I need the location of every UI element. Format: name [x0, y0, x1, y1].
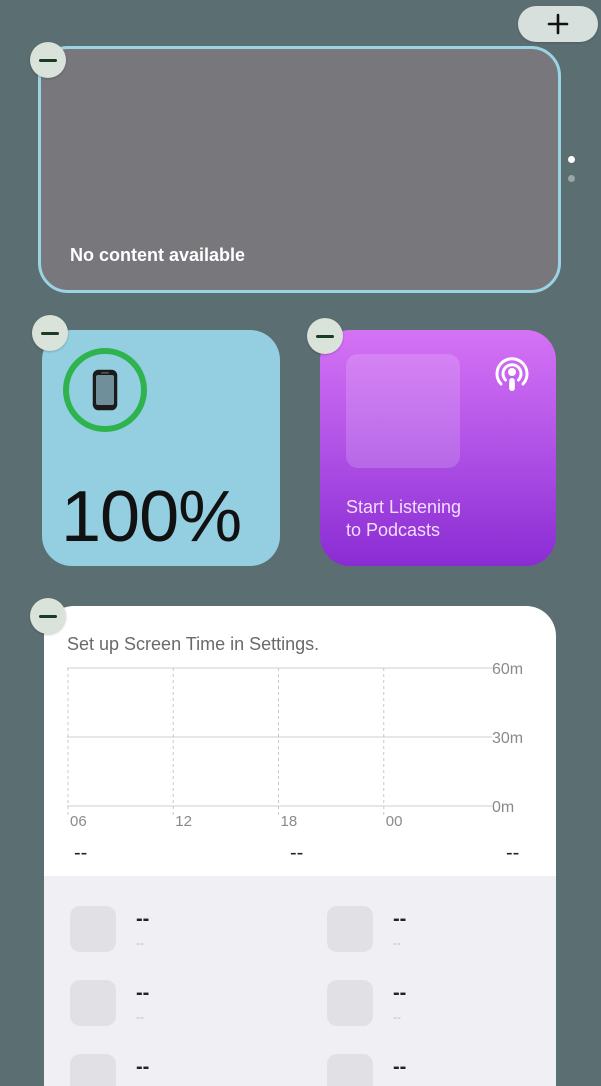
x-tick-label: 18 — [281, 813, 298, 830]
app-usage-value: -- — [136, 1056, 150, 1078]
screentime-widget[interactable]: Set up Screen Time in Settings. 60m 30m 0m… — [44, 606, 556, 1086]
battery-widget[interactable]: 100% — [42, 330, 280, 566]
plus-icon — [547, 13, 569, 35]
minus-icon — [39, 58, 57, 62]
remove-battery-widget-button[interactable] — [32, 315, 68, 351]
page-dot-inactive[interactable] — [568, 175, 575, 182]
remove-screentime-widget-button[interactable] — [30, 598, 66, 634]
minus-icon — [39, 614, 57, 618]
podcasts-widget[interactable]: Start Listening to Podcasts — [320, 330, 556, 566]
stat-value-3: -- — [506, 842, 520, 864]
usage-chart: 60m 30m 0m 06 12 18 00 — [67, 661, 523, 830]
x-tick-label: 06 — [70, 813, 87, 830]
battery-percent: 100% — [61, 477, 242, 557]
app-usage-value: -- — [393, 908, 407, 930]
x-tick-label: 00 — [386, 813, 403, 830]
page-dot-active[interactable] — [568, 156, 575, 163]
app-usage-subtext: -- — [393, 936, 401, 950]
app-usage-subtext: -- — [136, 1010, 144, 1024]
no-content-label: No content available — [70, 245, 246, 265]
app-usage-subtext: -- — [136, 936, 144, 950]
stat-value-1: -- — [74, 842, 88, 864]
app-icon-placeholder — [327, 906, 373, 952]
podcasts-message-line2: to Podcasts — [346, 520, 441, 540]
y-tick-label: 0m — [492, 799, 514, 816]
y-tick-label: 60m — [492, 661, 523, 678]
app-icon-placeholder — [70, 980, 116, 1026]
app-usage-value: -- — [393, 1056, 407, 1078]
add-widget-button[interactable] — [518, 6, 598, 42]
app-icon-placeholder — [327, 980, 373, 1026]
stat-value-2: -- — [290, 842, 304, 864]
photos-widget[interactable]: No content available — [38, 46, 561, 293]
app-usage-value: -- — [136, 908, 150, 930]
remove-photos-widget-button[interactable] — [30, 42, 66, 78]
podcast-artwork-placeholder — [346, 354, 460, 468]
app-usage-list: ------------------------ — [44, 876, 556, 1086]
minus-icon — [316, 334, 334, 338]
podcasts-message-line1: Start Listening — [346, 497, 462, 517]
x-tick-label: 12 — [175, 813, 192, 830]
app-icon-placeholder — [70, 1054, 116, 1086]
iphone-icon — [92, 369, 118, 411]
minus-icon — [41, 331, 59, 335]
y-tick-label: 30m — [492, 730, 523, 747]
app-usage-value: -- — [136, 982, 150, 1004]
remove-podcasts-widget-button[interactable] — [307, 318, 343, 354]
app-usage-subtext: -- — [393, 1010, 401, 1024]
app-usage-value: -- — [393, 982, 407, 1004]
app-icon-placeholder — [70, 906, 116, 952]
podcasts-icon — [495, 357, 529, 391]
podcasts-message: Start Listening to Podcasts — [346, 496, 461, 542]
battery-ring — [63, 348, 147, 432]
app-icon-placeholder — [327, 1054, 373, 1086]
